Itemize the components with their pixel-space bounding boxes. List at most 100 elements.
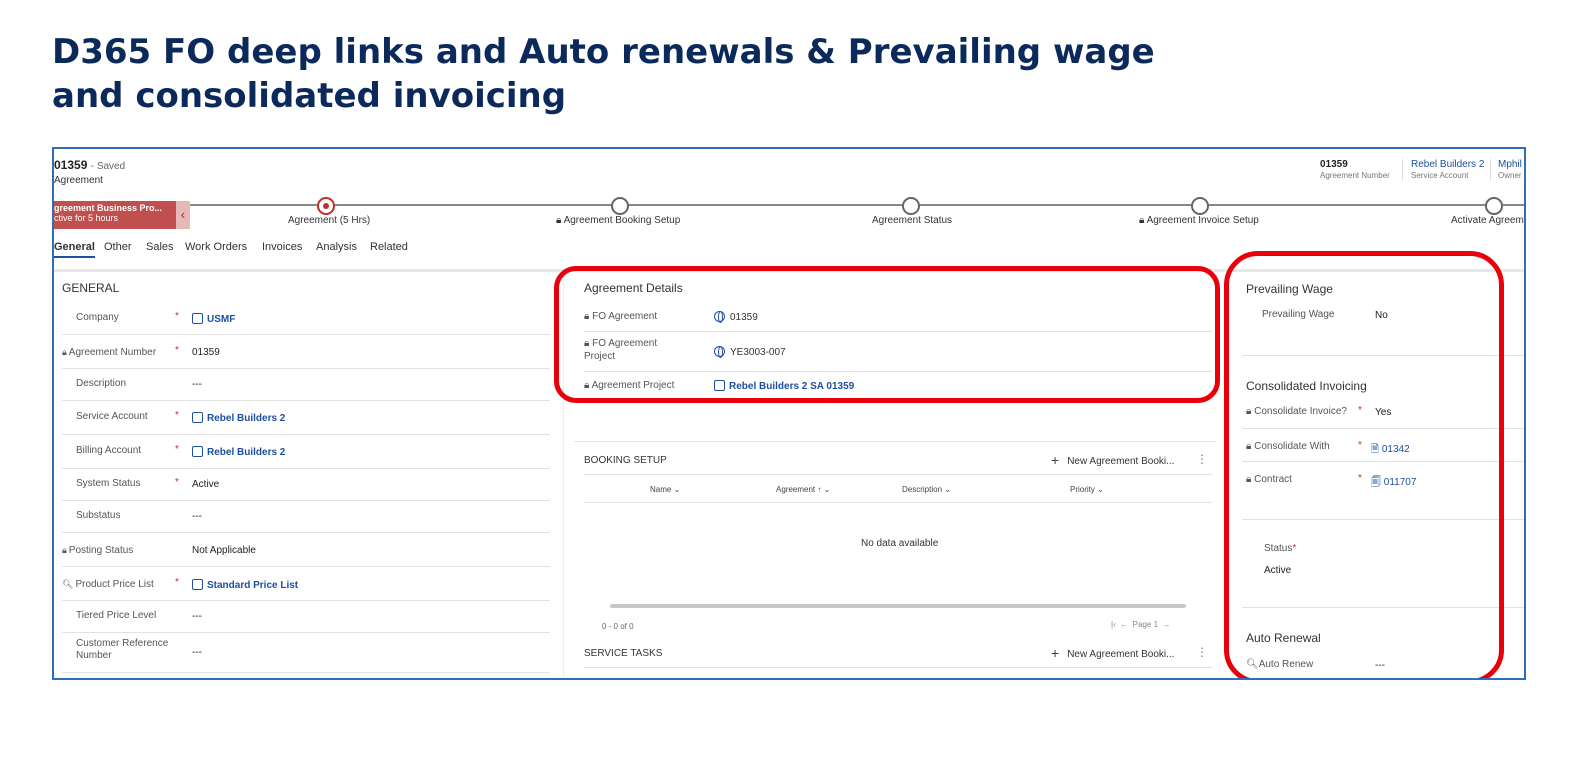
- lock-icon: 🔒︎: [1246, 474, 1252, 485]
- lock-icon: 🔒︎: [62, 347, 67, 357]
- search-icon: 🔍︎: [1246, 659, 1259, 670]
- account-icon: [192, 446, 203, 457]
- status-value[interactable]: Active: [1264, 565, 1291, 576]
- field-substatus[interactable]: Substatus ---: [62, 501, 550, 533]
- stage-agreement-label[interactable]: Agreement (5 Hrs): [288, 215, 370, 226]
- stage-status-label[interactable]: Agreement Status: [872, 215, 952, 226]
- consolidated-invoicing-title: Consolidated Invoicing: [1246, 379, 1367, 393]
- next-page-icon: →: [1162, 620, 1171, 629]
- horizontal-scrollbar[interactable]: [610, 604, 1186, 608]
- record-title: 01359 - Saved: [54, 158, 126, 172]
- stage-status-dot[interactable]: [902, 197, 920, 215]
- record-count: 0 - 0 of 0: [602, 622, 634, 631]
- prevailing-wage-value[interactable]: No: [1375, 310, 1388, 321]
- first-page-icon: |‹: [1111, 620, 1116, 629]
- stage-agreement-dot[interactable]: [317, 197, 335, 215]
- globe-icon: [714, 311, 725, 323]
- fo-agreement-label: 🔒︎ FO Agreement: [584, 311, 658, 322]
- field-agreement-number[interactable]: 🔒︎ Agreement Number * 01359: [62, 335, 550, 369]
- stage-activate-label[interactable]: Activate Agreeme: [1451, 215, 1524, 226]
- field-posting-status[interactable]: 🔒︎ Posting Status Not Applicable: [62, 533, 550, 567]
- service-tasks-title: SERVICE TASKS: [584, 648, 663, 659]
- lock-icon: 🔒︎: [1246, 441, 1252, 452]
- bpf-collapse-chevron-icon[interactable]: ‹: [176, 201, 190, 229]
- tab-related[interactable]: Related: [370, 241, 408, 253]
- bpf-active-process[interactable]: greement Business Pro... ctive for 5 hou…: [54, 201, 176, 229]
- tab-analysis[interactable]: Analysis: [316, 241, 357, 253]
- column-priority[interactable]: Priority ⌄: [1070, 485, 1104, 494]
- agreement-project-label: 🔒︎ Agreement Project: [584, 380, 675, 391]
- tab-sales[interactable]: Sales: [146, 241, 174, 253]
- lock-icon: 🔒︎: [556, 215, 562, 226]
- stage-activate-dot[interactable]: [1485, 197, 1503, 215]
- new-agreement-booking-button-2[interactable]: + New Agreement Booki...: [1051, 645, 1174, 661]
- add-icon: +: [1051, 452, 1060, 468]
- prevailing-wage-title: Prevailing Wage: [1246, 282, 1333, 296]
- consolidate-with-value[interactable]: 🗎 01342: [1371, 442, 1410, 459]
- status-label: Status*: [1264, 543, 1297, 554]
- fo-agreement-project-value[interactable]: YE3003-007: [714, 346, 786, 358]
- contract-label: 🔒︎ Contract: [1246, 474, 1292, 485]
- column-description[interactable]: Description ⌄: [902, 485, 951, 494]
- price-list-icon: [192, 579, 203, 590]
- stage-invoice-setup-dot[interactable]: [1191, 197, 1209, 215]
- lock-icon: 🔒︎: [584, 311, 590, 322]
- slide-title-line-1: D365 FO deep links and Auto renewals & P…: [52, 32, 1155, 72]
- field-service-account[interactable]: Service Account * Rebel Builders 2: [62, 401, 550, 435]
- field-description[interactable]: Description ---: [62, 369, 550, 401]
- consolidate-with-label: 🔒︎ Consolidate With: [1246, 441, 1330, 452]
- d365-screenshot: 01359 - Saved Agreement 01359 Agreement …: [52, 147, 1526, 680]
- document-icon: 🗎: [1371, 444, 1380, 455]
- tab-general[interactable]: General: [54, 241, 95, 258]
- contract-value[interactable]: 🗐 011707: [1371, 475, 1416, 492]
- header-owner[interactable]: Mphil Owner: [1498, 159, 1522, 180]
- business-process-flow: greement Business Pro... ctive for 5 hou…: [54, 197, 1524, 231]
- auto-renew-label: 🔍︎Auto Renew: [1246, 659, 1314, 670]
- agreement-project-value[interactable]: Rebel Builders 2 SA 01359: [714, 380, 854, 392]
- field-billing-account[interactable]: Billing Account * Rebel Builders 2: [62, 435, 550, 469]
- lock-icon: 🔒︎: [62, 545, 67, 555]
- auto-renew-value[interactable]: ---: [1375, 660, 1385, 671]
- tab-other[interactable]: Other: [104, 241, 132, 253]
- form-tabs: General Other Sales Work Orders Invoices…: [54, 239, 1524, 261]
- fo-agreement-project-label: 🔒︎ FO Agreement Project: [584, 338, 658, 362]
- account-icon: [192, 412, 203, 423]
- field-tiered-price-level[interactable]: Tiered Price Level ---: [62, 601, 550, 633]
- fo-agreement-value[interactable]: 01359: [714, 311, 758, 323]
- stage-booking-setup[interactable]: 🔒︎ Agreement Booking Setup: [556, 215, 680, 226]
- booking-setup-title: BOOKING SETUP: [584, 455, 667, 466]
- search-icon: 🔍︎: [62, 579, 74, 589]
- field-system-status[interactable]: System Status * Active: [62, 469, 550, 501]
- add-icon: +: [1051, 645, 1060, 661]
- auto-renewal-title: Auto Renewal: [1246, 631, 1321, 645]
- booking-setup-grid: BOOKING SETUP + New Agreement Booki... ⋮ …: [574, 441, 1216, 678]
- slide-title: D365 FO deep links and Auto renewals & P…: [52, 30, 1155, 118]
- pager[interactable]: |‹ ← Page 1 →: [1111, 620, 1170, 629]
- slide-title-line-2: and consolidated invoicing: [52, 76, 567, 116]
- field-product-price-list[interactable]: 🔍︎ Product Price List * Standard Price Li…: [62, 567, 550, 601]
- prevailing-wage-label: Prevailing Wage: [1262, 309, 1335, 320]
- record-header: 01359 - Saved Agreement 01359 Agreement …: [54, 149, 1524, 197]
- bpf-track: [190, 204, 1524, 206]
- right-column: Prevailing Wage Prevailing Wage No Conso…: [1234, 273, 1524, 678]
- new-agreement-booking-button[interactable]: + New Agreement Booki...: [1051, 452, 1174, 468]
- consolidate-invoice-value[interactable]: Yes: [1375, 407, 1391, 418]
- record-type: Agreement: [54, 175, 103, 186]
- empty-grid-message: No data available: [861, 538, 939, 549]
- lock-icon: 🔒︎: [584, 380, 590, 391]
- tabs-divider: [54, 269, 1524, 272]
- column-name[interactable]: Name ⌄: [650, 485, 680, 494]
- lock-icon: 🔒︎: [584, 338, 590, 349]
- more-commands-icon[interactable]: ⋮: [1196, 452, 1208, 466]
- tab-invoices[interactable]: Invoices: [262, 241, 302, 253]
- column-agreement[interactable]: Agreement ↑ ⌄: [776, 485, 830, 494]
- field-company[interactable]: Company * USMF: [62, 303, 550, 335]
- stage-invoice-setup[interactable]: 🔒︎ Agreement Invoice Setup: [1139, 215, 1259, 226]
- header-service-account[interactable]: Rebel Builders 2 Service Account: [1411, 159, 1484, 180]
- more-commands-icon[interactable]: ⋮: [1196, 645, 1208, 659]
- header-agreement-number: 01359 Agreement Number: [1320, 159, 1390, 180]
- stage-booking-setup-dot[interactable]: [611, 197, 629, 215]
- lock-icon: 🔒︎: [1246, 406, 1252, 417]
- field-customer-reference-number[interactable]: Customer Reference Number ---: [62, 633, 550, 673]
- tab-work-orders[interactable]: Work Orders: [185, 241, 247, 253]
